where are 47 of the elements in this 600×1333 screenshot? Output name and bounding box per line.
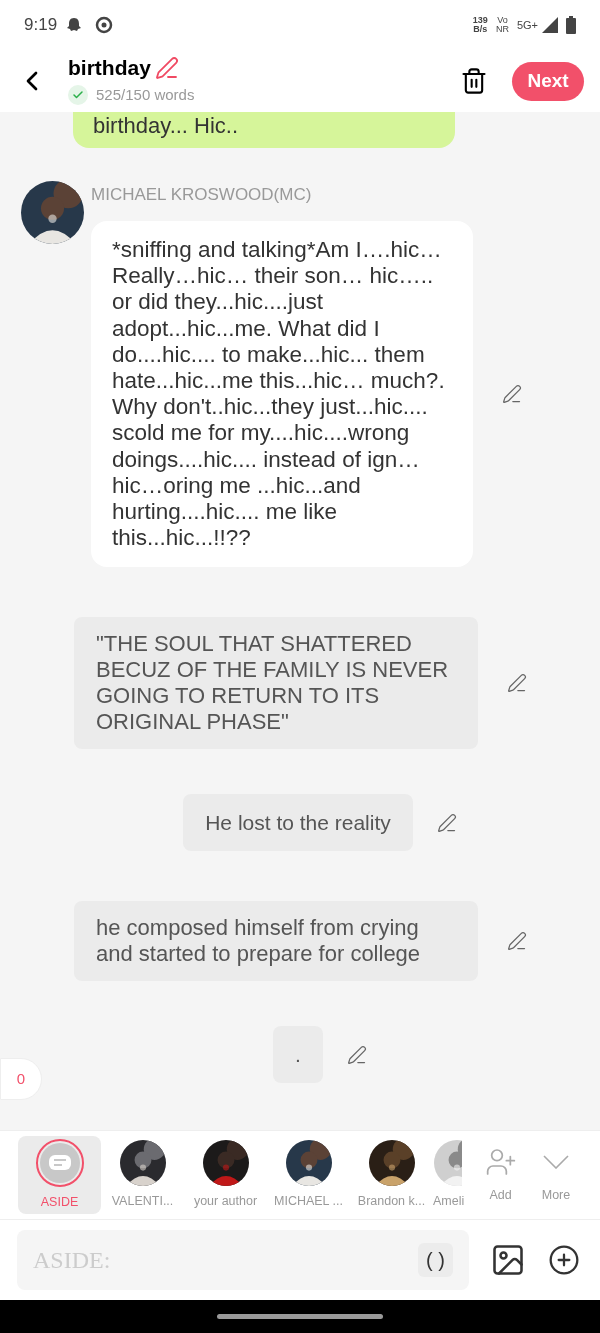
speed-unit: B/s bbox=[473, 25, 488, 34]
character-name: VALENTI... bbox=[111, 1192, 174, 1210]
speed-value: 139 bbox=[472, 16, 488, 25]
nr-label: NR bbox=[495, 25, 509, 34]
clock: 9:19 bbox=[24, 14, 58, 37]
count-badge[interactable]: 0 bbox=[0, 1058, 42, 1100]
more-button[interactable]: More bbox=[528, 1145, 584, 1205]
character-name: Brandon k... bbox=[357, 1192, 426, 1210]
chevron-down-icon bbox=[543, 1154, 569, 1169]
narration-bubble: "THE SOUL THAT SHATTERED BECUZ OF THE FAMILY IS NEVER GOING TO RETURN TO ITS ORIGINAL PHASE" bbox=[74, 617, 478, 750]
character-item[interactable]: Ameli bbox=[433, 1136, 469, 1214]
add-icon[interactable] bbox=[548, 1244, 580, 1276]
character-item[interactable]: your author bbox=[184, 1136, 267, 1214]
edit-icon[interactable] bbox=[436, 812, 457, 833]
edit-icon[interactable] bbox=[502, 384, 522, 405]
character-item[interactable]: Brandon k... bbox=[350, 1136, 433, 1214]
character-name: Ameli bbox=[433, 1192, 465, 1210]
image-icon[interactable] bbox=[490, 1242, 526, 1278]
delete-icon[interactable] bbox=[460, 67, 488, 95]
edit-icon[interactable] bbox=[346, 1044, 367, 1065]
bracket-button[interactable]: ( ) bbox=[418, 1243, 453, 1277]
battery-icon bbox=[566, 16, 576, 34]
add-character-button[interactable]: Add bbox=[473, 1145, 528, 1205]
edit-icon[interactable] bbox=[507, 931, 527, 952]
network-label: 5G+ bbox=[516, 17, 538, 33]
signal-icon bbox=[542, 17, 558, 33]
character-item[interactable]: ASIDE bbox=[18, 1136, 101, 1214]
narration-bubble: . bbox=[273, 1026, 323, 1084]
volte-label: Vo bbox=[497, 16, 508, 25]
aside-icon bbox=[35, 1138, 84, 1187]
story-title: birthday bbox=[68, 55, 151, 80]
character-name: ASIDE bbox=[40, 1193, 79, 1211]
check-icon bbox=[68, 85, 88, 105]
word-count: 525/150 words bbox=[96, 84, 195, 105]
character-name: MICHAEL ... bbox=[274, 1192, 343, 1210]
edit-icon[interactable] bbox=[507, 673, 527, 694]
message-bubble: birthday... Hic.. bbox=[73, 112, 455, 148]
next-button[interactable]: Next bbox=[512, 61, 584, 101]
speaker-name: MICHAEL KROSWOOD(MC) bbox=[91, 185, 313, 205]
character-name: your author bbox=[193, 1192, 258, 1210]
narration-bubble: He lost to the reality bbox=[183, 794, 413, 852]
character-item[interactable]: VALENTI... bbox=[101, 1136, 184, 1214]
character-item[interactable]: MICHAEL ... bbox=[267, 1136, 350, 1214]
message-bubble: *sniffing and talking*Am I….hic… Really…hic… their son… hic….. or did they...hic....just adopt...hic...me. What did I do....hic.... to make...hic... them hate...hic...me this...hic… much?. Why don't..hic...they just...hic.... scold me for my....hic....wrong doings....hic.... instead of ign…hic…oring me ...hic...and hurting....hic.... me like this...hic...!!?? bbox=[91, 221, 473, 568]
edit-title-icon[interactable] bbox=[154, 55, 179, 80]
browser-icon bbox=[95, 16, 114, 34]
narration-bubble: he composed himself from crying and started to prepare for college bbox=[74, 901, 478, 982]
